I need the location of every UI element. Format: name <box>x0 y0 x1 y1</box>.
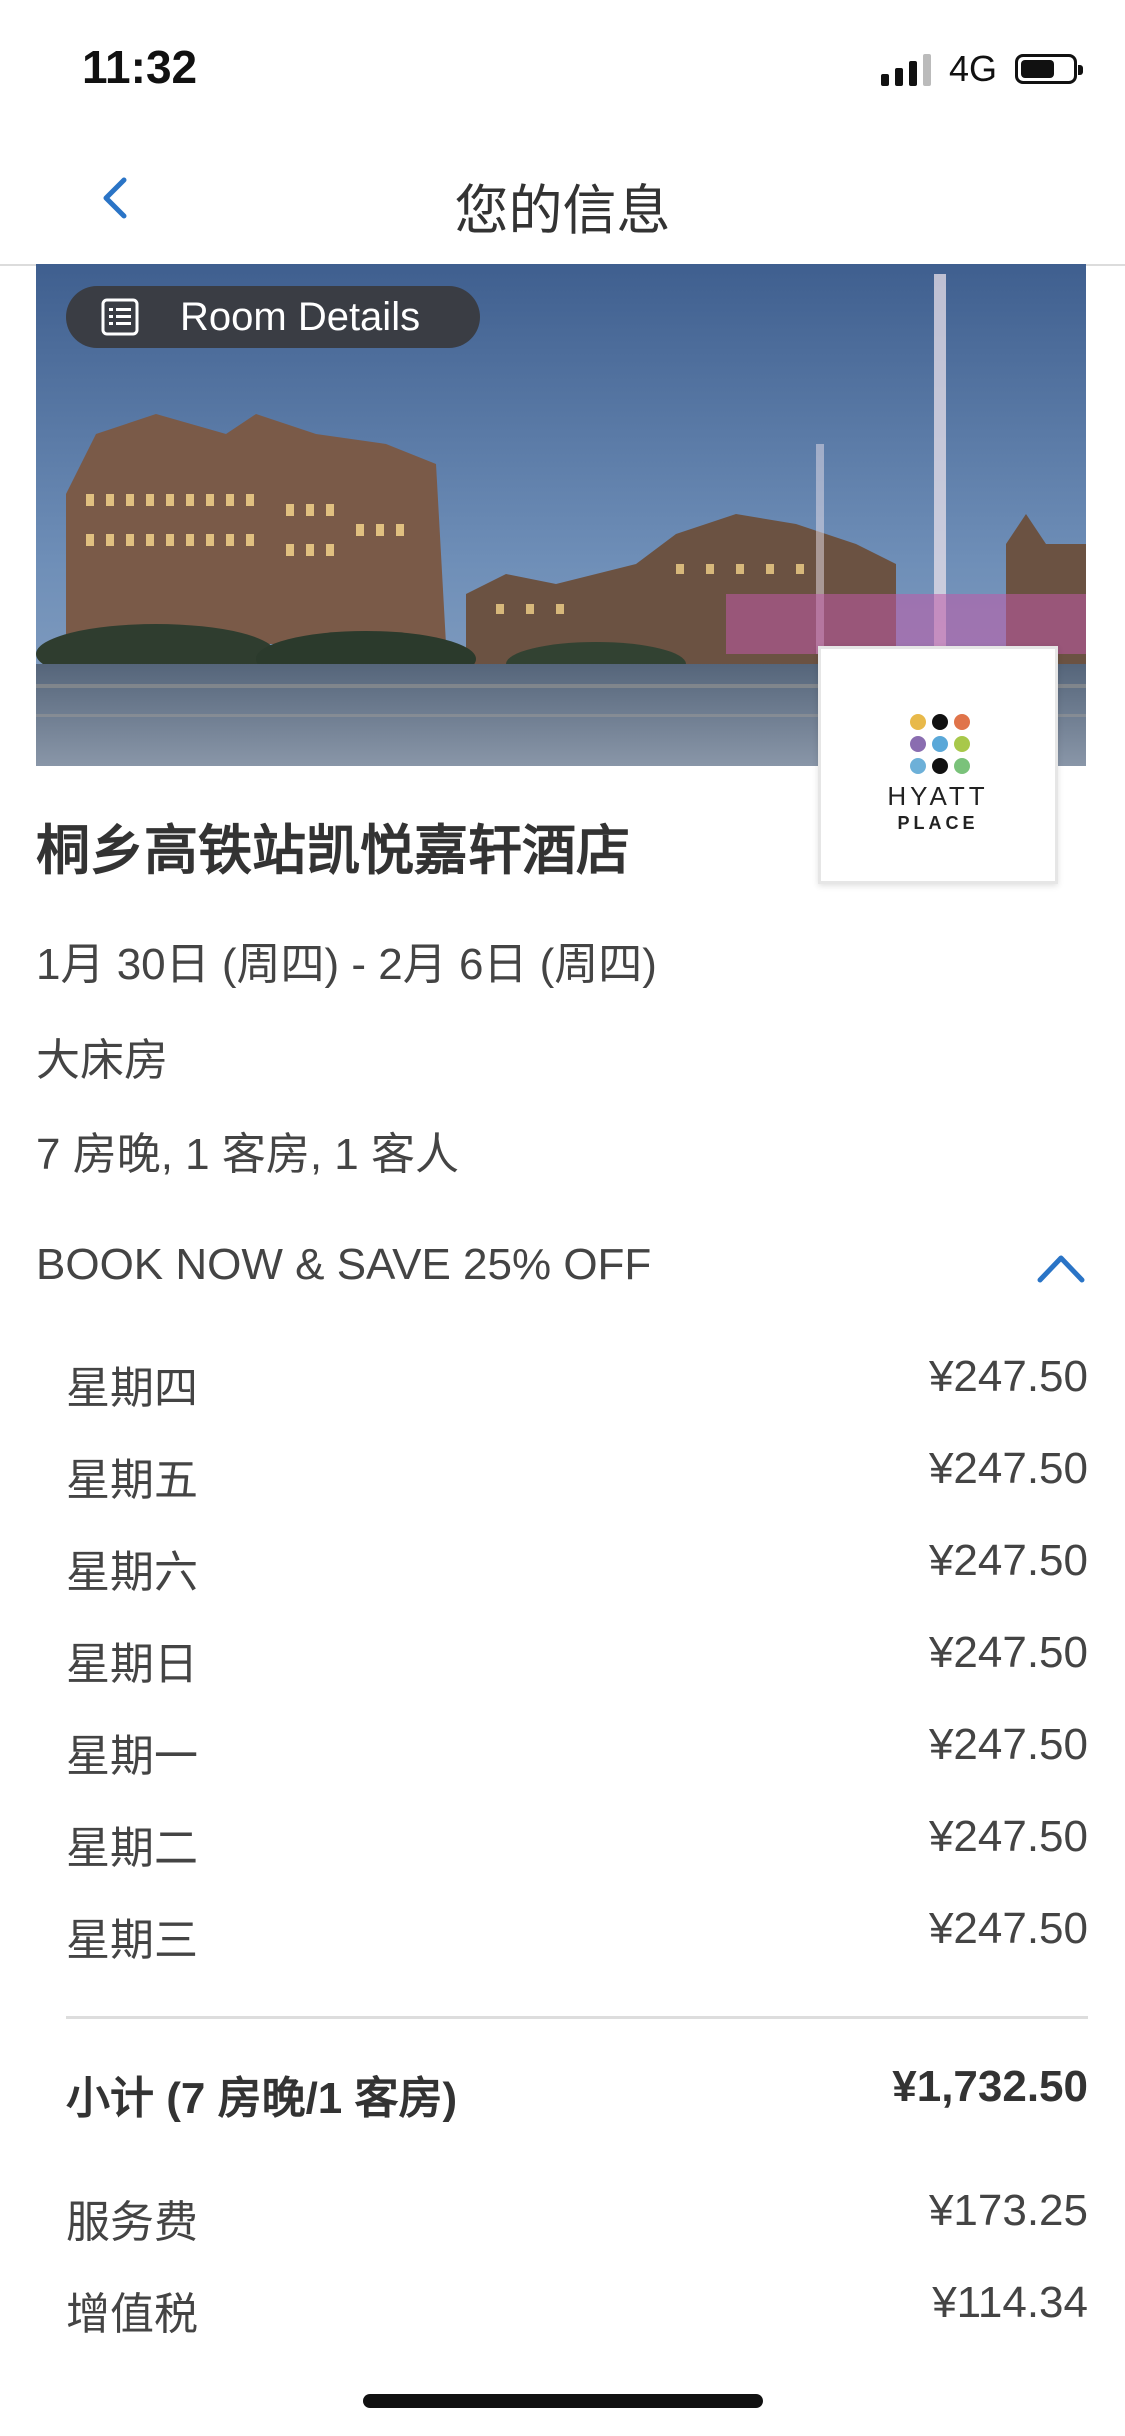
signal-icon <box>880 52 931 86</box>
rate-row: 星期日 ¥247.50 <box>66 1628 1088 1689</box>
rate-row: 星期六 ¥247.50 <box>66 1536 1088 1597</box>
subtotal-row: 小计 (7 房晚/1 客房) ¥1,732.50 <box>66 2062 1088 2123</box>
divider <box>66 2016 1088 2019</box>
battery-icon <box>1015 54 1083 84</box>
rate-day: 星期二 <box>66 1824 198 1873</box>
hotel-name: 桐乡高铁站凯悦嘉轩酒店 <box>36 821 630 881</box>
home-indicator[interactable] <box>363 2394 763 2408</box>
rate-day: 星期五 <box>66 1456 198 1505</box>
status-indicators: 4G <box>880 48 1083 90</box>
stay-dates: 1月 30日 (周四) - 2月 6日 (周四) <box>36 940 657 989</box>
rate-price: ¥247.50 <box>928 1536 1088 1585</box>
logo-line2: PLACE <box>897 813 979 833</box>
rate-day: 星期日 <box>66 1640 198 1689</box>
status-time: 11:32 <box>82 41 198 93</box>
rate-row: 星期三 ¥247.50 <box>66 1904 1088 1965</box>
page-title: 您的信息 <box>454 181 671 241</box>
service-fee-label: 服务费 <box>66 2198 198 2247</box>
rate-row: 星期四 ¥247.50 <box>66 1352 1088 1413</box>
rate-row: 星期二 ¥247.50 <box>66 1812 1088 1873</box>
rate-price: ¥247.50 <box>928 1352 1088 1401</box>
subtotal-value: ¥1,732.50 <box>892 2062 1088 2111</box>
service-fee-row: 服务费 ¥173.25 <box>66 2186 1088 2247</box>
rate-price: ¥247.50 <box>928 1904 1088 1953</box>
vat-value: ¥114.34 <box>932 2278 1088 2327</box>
rate-day: 星期六 <box>66 1548 198 1597</box>
rate-day: 星期一 <box>66 1732 198 1781</box>
rate-row: 星期五 ¥247.50 <box>66 1444 1088 1505</box>
rate-day: 星期三 <box>66 1916 198 1965</box>
stay-summary: 7 房晚, 1 客房, 1 客人 <box>36 1130 459 1179</box>
room-details-button[interactable]: Room Details <box>66 286 480 348</box>
service-fee-value: ¥173.25 <box>928 2186 1088 2235</box>
logo-line1: HYATT <box>887 781 989 811</box>
offer-title: BOOK NOW & SAVE 25% OFF <box>36 1240 652 1289</box>
list-icon <box>101 298 139 336</box>
brand-logo: HYATT PLACE <box>818 646 1058 884</box>
status-bar: 11:32 4G <box>0 0 1125 132</box>
rate-row: 星期一 ¥247.50 <box>66 1720 1088 1781</box>
rate-price: ¥247.50 <box>928 1812 1088 1861</box>
chevron-up-icon <box>1037 1255 1085 1283</box>
network-type: 4G <box>948 48 997 89</box>
hyatt-place-logo-icon <box>910 714 970 774</box>
offer-collapse-button[interactable] <box>1034 1248 1088 1288</box>
room-type: 大床房 <box>36 1036 168 1085</box>
vat-label: 增值税 <box>66 2290 198 2339</box>
subtotal-label: 小计 (7 房晚/1 客房) <box>66 2074 458 2123</box>
rate-price: ¥247.50 <box>928 1628 1088 1677</box>
nav-bar: 您的信息 <box>0 132 1125 266</box>
rate-price: ¥247.50 <box>928 1720 1088 1769</box>
rate-day: 星期四 <box>66 1364 198 1413</box>
battery-level <box>1021 60 1054 78</box>
vat-row: 增值税 ¥114.34 <box>66 2278 1088 2339</box>
room-details-label: Room Details <box>180 294 421 339</box>
rate-price: ¥247.50 <box>928 1444 1088 1493</box>
